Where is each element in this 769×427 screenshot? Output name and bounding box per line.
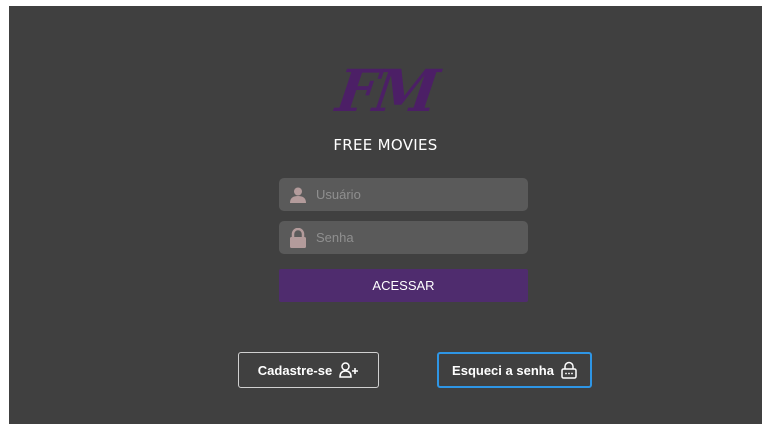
username-field[interactable] — [279, 178, 528, 211]
brand-name: FREE MOVIES — [333, 136, 438, 154]
add-user-icon — [339, 362, 359, 378]
username-input[interactable] — [316, 187, 528, 202]
signup-button[interactable]: Cadastre-se — [238, 352, 379, 388]
lock-icon — [290, 227, 306, 248]
user-icon — [290, 187, 306, 203]
signup-label: Cadastre-se — [257, 362, 333, 378]
login-button[interactable]: ACESSAR — [279, 269, 528, 302]
lock-outline-icon — [561, 361, 577, 379]
logo: FM — [9, 57, 762, 125]
forgot-password-button[interactable]: Esqueci a senha — [437, 352, 592, 388]
forgot-password-label: Esqueci a senha — [452, 362, 554, 378]
password-input[interactable] — [316, 230, 528, 245]
logo-mark: FM — [332, 57, 439, 125]
password-field[interactable] — [279, 221, 528, 254]
tv-screen: FM FREE MOVIES ACESSAR Cadastre-se Esque… — [9, 6, 762, 424]
